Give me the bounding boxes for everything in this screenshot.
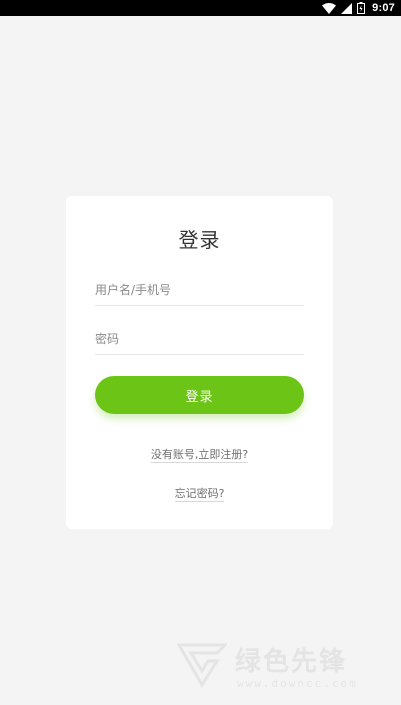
login-title: 登录 [178,228,221,252]
status-bar: 9:07 [0,0,401,16]
password-input[interactable] [95,327,304,355]
status-time: 9:07 [372,2,395,14]
forgot-password-label: 忘记密码? [174,487,225,502]
forgot-password-link[interactable]: 忘记密码? [66,485,333,502]
register-link[interactable]: 没有账号,立即注册? [66,446,333,463]
login-button[interactable]: 登录 [95,376,304,414]
watermark: 绿色先锋 www.downcc.com [177,637,387,697]
login-card: 登录 登录 没有账号,立即注册? 忘记密码? [66,196,333,529]
wifi-icon [322,2,337,14]
signal-icon [341,2,353,14]
battery-icon [357,2,366,14]
username-input[interactable] [95,278,304,306]
watermark-url: www.downcc.com [237,677,358,690]
register-link-label: 没有账号,立即注册? [150,448,249,463]
watermark-logo-icon [177,643,227,688]
watermark-text: 绿色先锋 [235,647,348,677]
